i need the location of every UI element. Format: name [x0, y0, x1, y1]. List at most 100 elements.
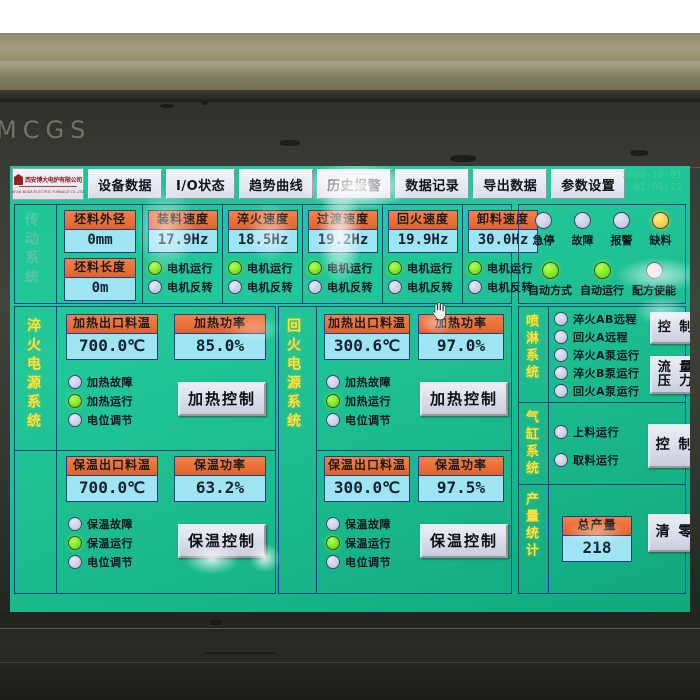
lcd-screen: 西安博大电炉有限公司 XI'AN BODA ELECTRIC FURNACE C… — [10, 166, 690, 614]
tab-device-data[interactable]: 设备数据 — [88, 169, 163, 199]
quench-hold-temp-value: 700.0℃ — [66, 476, 158, 502]
temper-hold-run-label: 保温运行 — [345, 536, 391, 550]
mcgs-brand-label: MCGS — [0, 116, 92, 144]
tab-bar: 西安博大电炉有限公司 XI'AN BODA ELECTRIC FURNACE C… — [12, 168, 688, 200]
divider — [518, 402, 686, 403]
temper-heat-potentiometer-lamp — [326, 412, 340, 427]
speed-col-charging: 装料速度 17.9Hz 电机运行 电机反转 — [148, 210, 218, 295]
production-label: 产量统计 — [523, 492, 538, 560]
clear-counter-button[interactable]: 清 零 — [648, 514, 690, 552]
spray-flow-label: 流 量 — [657, 359, 690, 375]
loading-run-lamp — [554, 425, 568, 439]
auto-mode-lamp-icon — [541, 262, 559, 279]
logo-mark-icon — [13, 174, 23, 185]
dust-speck — [210, 620, 222, 625]
tab-io-status[interactable]: I/O状态 — [166, 169, 236, 199]
temper-heat-power-title: 加热功率 — [418, 314, 504, 334]
temper-motor-reverse-lamp — [388, 279, 402, 294]
transition-motor-run-lamp — [308, 260, 322, 275]
temper-motor-run-lamp — [388, 260, 402, 275]
temper-heat-run-lamp — [326, 393, 340, 408]
dust-speck — [280, 140, 300, 146]
quench-hold-potentiometer-label: 电位调节 — [87, 555, 133, 569]
total-output-title: 总产量 — [562, 516, 632, 536]
temper-hold-control-button[interactable]: 保温控制 — [420, 524, 508, 558]
spray-control-button[interactable]: 控 制 — [650, 312, 690, 344]
quench-heat-fault-label: 加热故障 — [87, 375, 133, 389]
quench-heat-potentiometer-label: 电位调节 — [87, 413, 133, 427]
tab-history-alarm[interactable]: 历史报警 — [317, 169, 392, 199]
quench-heat-power-title: 加热功率 — [174, 314, 266, 334]
transition-motor-reverse-lamp — [308, 279, 322, 294]
billet-length-field: 坯料长度 0m — [64, 258, 136, 301]
tab-data-record[interactable]: 数据记录 — [395, 169, 470, 199]
temper-heat-fault-label: 加热故障 — [345, 375, 391, 389]
quench-hold-run-lamp — [68, 535, 82, 550]
billet-diameter-value: 0mm — [64, 230, 136, 253]
unload-motor-reverse-lamp — [468, 279, 482, 294]
temper-speed-value: 19.9Hz — [388, 230, 458, 253]
cylinder-control-button[interactable]: 控 制 — [648, 424, 690, 468]
estop-label: 急停 — [532, 234, 555, 247]
temper-heat-temp-value: 300.6℃ — [324, 334, 410, 360]
total-output-field: 总产量 218 — [562, 516, 632, 562]
billet-length-title-text: 坯料长度 — [73, 260, 126, 274]
divider — [56, 204, 57, 304]
temper-hold-temp-value: 300.0℃ — [324, 476, 410, 502]
quench-motor-reverse-label: 电机反转 — [247, 280, 293, 294]
temper-hold-run-lamp — [326, 535, 340, 550]
logo-company-en: XI'AN BODA ELECTRIC FURNACE CO.,LTD — [11, 190, 85, 194]
dust-speck — [630, 150, 648, 156]
quench-hold-run-label: 保温运行 — [87, 536, 133, 550]
tab-parameter-settings[interactable]: 参数设置 — [551, 169, 626, 199]
divider — [222, 204, 223, 304]
charging-motor-run-label: 电机运行 — [167, 261, 213, 275]
billet-diameter-title: 坯料外径 — [64, 210, 136, 230]
temper-heat-control-button[interactable]: 加热控制 — [420, 382, 508, 416]
quench-hold-control-button[interactable]: 保温控制 — [178, 524, 266, 558]
temper-heat-power-field: 加热功率 97.0% — [418, 314, 504, 360]
quench-heat-control-button[interactable]: 加热控制 — [178, 382, 266, 416]
transition-motor-reverse-label: 电机反转 — [327, 280, 373, 294]
bezel-bottom — [0, 612, 700, 700]
bezel-seam — [0, 628, 700, 629]
temper-a-remote-label: 回火A远程 — [573, 331, 629, 344]
quench-heat-temp-field: 加热出口料温 700.0℃ — [66, 314, 158, 360]
temper-heat-temp-title: 加热出口料温 — [324, 314, 410, 334]
logo-divider — [19, 186, 77, 187]
temper-hold-temp-field: 保温出口料温 300.0℃ — [324, 456, 410, 502]
status-auto-mode: 自动方式 — [528, 262, 572, 298]
lcd-surface: 西安博大电炉有限公司 XI'AN BODA ELECTRIC FURNACE C… — [10, 166, 690, 614]
quench-heat-power-value: 85.0% — [174, 334, 266, 360]
temper-heat-power-value: 97.0% — [418, 334, 504, 360]
temper-motor-reverse-label: 电机反转 — [407, 280, 453, 294]
spray-system-label: 喷淋系统 — [523, 314, 538, 382]
drive-system-label: 传动系统 — [23, 212, 39, 288]
charging-motor-run-lamp — [148, 260, 162, 275]
bezel-seam — [0, 662, 700, 663]
temper-a-remote-lamp — [554, 330, 568, 344]
dust-speck — [205, 652, 275, 654]
auto-run-lamp-icon — [593, 262, 611, 279]
divider — [548, 306, 549, 594]
spray-flow-pressure-button[interactable]: 流 量 压 力 — [650, 356, 690, 394]
divider — [302, 204, 303, 304]
speed-col-quench: 淬火速度 18.5Hz 电机运行 电机反转 — [228, 210, 298, 295]
temper-hold-lamps: 保温故障 保温运行 电位调节 — [326, 514, 391, 571]
status-alarm: 报警 — [611, 212, 633, 248]
speed-col-transition: 过渡速度 19.2Hz 电机运行 电机反转 — [308, 210, 378, 295]
tab-export-data[interactable]: 导出数据 — [473, 169, 548, 199]
quench-heat-lamps: 加热故障 加热运行 电位调节 — [68, 372, 133, 429]
tab-trend-curve[interactable]: 趋势曲线 — [239, 169, 314, 199]
dust-speck — [202, 101, 208, 105]
alarm-lamp-icon — [613, 212, 630, 229]
quench-hold-temp-field: 保温出口料温 700.0℃ — [66, 456, 158, 502]
quench-power-label: 淬火电源系统 — [25, 318, 41, 432]
temper-heat-lamps: 加热故障 加热运行 电位调节 — [326, 372, 391, 429]
clock-date: 2000-10-01 — [621, 170, 682, 181]
status-estop: 急停 — [533, 212, 555, 248]
temper-hold-fault-label: 保温故障 — [345, 517, 391, 531]
status-row-1-lamps: 急停 故障 报警 缺料 — [524, 212, 680, 248]
quench-speed-value: 18.5Hz — [228, 230, 298, 253]
quench-hold-potentiometer-lamp — [68, 554, 82, 569]
